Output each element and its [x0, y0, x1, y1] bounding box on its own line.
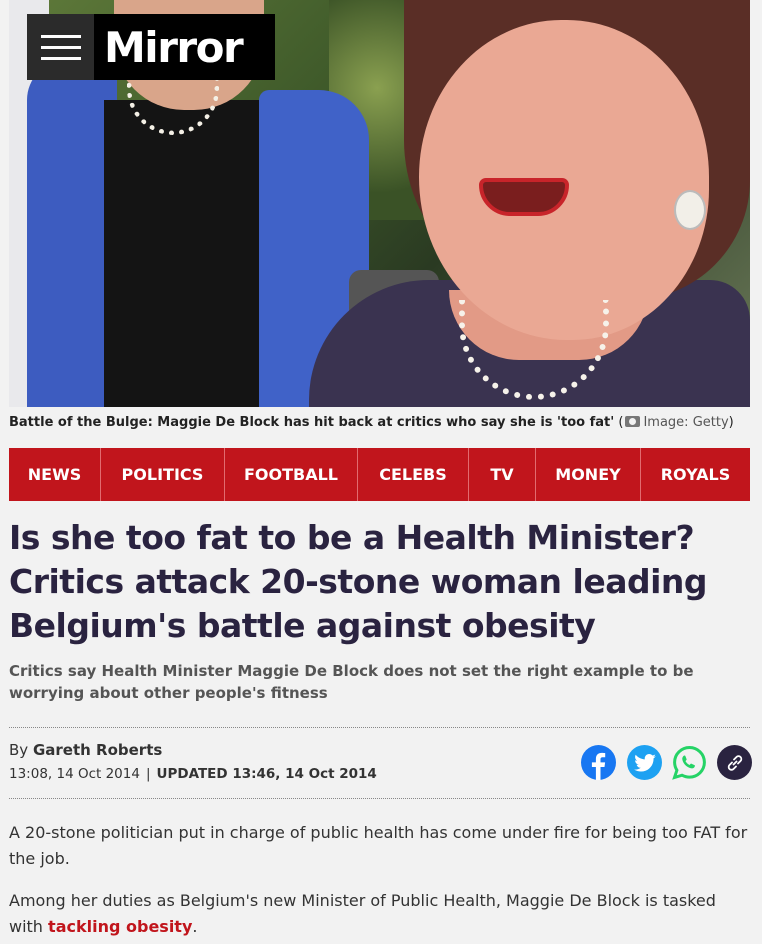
nav-item-politics[interactable]: POLITICS: [101, 448, 225, 501]
twitter-share-button[interactable]: [627, 745, 662, 780]
divider: [9, 798, 750, 799]
whatsapp-share-button[interactable]: [672, 745, 707, 780]
whatsapp-icon: [672, 745, 706, 780]
hamburger-menu-icon[interactable]: [27, 14, 94, 80]
site-header: Mirror: [27, 14, 275, 80]
image-caption: Battle of the Bulge: Maggie De Block has…: [9, 415, 734, 430]
link-icon: [727, 754, 742, 771]
section-nav: NEWS POLITICS FOOTBALL CELEBS TV MONEY R…: [9, 448, 750, 501]
twitter-icon: [633, 753, 656, 772]
article-dates: 13:08, 14 Oct 2014 | UPDATED 13:46, 14 Oct…: [9, 766, 377, 782]
tackling-obesity-link[interactable]: tackling obesity: [48, 917, 192, 936]
author-link[interactable]: Gareth Roberts: [33, 741, 162, 759]
camera-icon: [625, 416, 641, 427]
article-standfirst: Critics say Health Minister Maggie De Bl…: [9, 662, 694, 702]
article-paragraph-1: A 20-stone politician put in charge of p…: [9, 823, 748, 868]
nav-item-football[interactable]: FOOTBALL: [225, 448, 358, 501]
nav-item-tv[interactable]: TV: [469, 448, 536, 501]
article-headline: Is she too fat to be a Health Minister? …: [9, 518, 708, 645]
byline: By Gareth Roberts: [9, 741, 162, 759]
image-credit: Image: Getty: [643, 415, 729, 430]
nav-item-royals[interactable]: ROYALS: [641, 448, 750, 501]
caption-text: Battle of the Bulge: Maggie De Block has…: [9, 415, 615, 430]
facebook-icon: [591, 752, 606, 780]
nav-item-celebs[interactable]: CELEBS: [358, 448, 469, 501]
divider: [9, 727, 750, 728]
copy-link-button[interactable]: [717, 745, 752, 780]
article-paragraph-2: Among her duties as Belgium's new Minist…: [9, 891, 716, 936]
updated-date: UPDATED 13:46, 14 Oct 2014: [156, 766, 377, 782]
nav-item-money[interactable]: MONEY: [536, 448, 641, 501]
nav-item-news[interactable]: NEWS: [9, 448, 101, 501]
byline-prefix: By: [9, 741, 29, 759]
facebook-share-button[interactable]: [581, 745, 616, 780]
site-logo[interactable]: Mirror: [94, 14, 275, 80]
published-date: 13:08, 14 Oct 2014: [9, 766, 140, 782]
